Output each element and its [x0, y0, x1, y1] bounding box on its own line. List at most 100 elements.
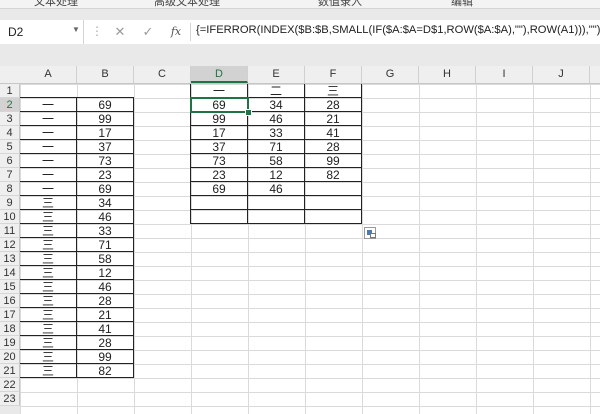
cell-A10[interactable]: 三 — [20, 209, 77, 224]
cell-F3[interactable]: 21 — [304, 111, 362, 126]
cell-B8[interactable]: 69 — [76, 181, 134, 196]
row-header-7[interactable]: 7 — [0, 168, 20, 182]
cell-D10[interactable] — [190, 209, 248, 224]
column-header-G[interactable]: G — [362, 66, 419, 83]
cell-F5[interactable]: 28 — [304, 139, 362, 154]
cell-B9[interactable]: 34 — [76, 195, 134, 210]
cell-A6[interactable]: 一 — [20, 153, 77, 168]
ribbon-group-text[interactable]: 文本处理 — [34, 0, 78, 8]
cell-E6[interactable]: 58 — [247, 153, 305, 168]
row-header-6[interactable]: 6 — [0, 154, 20, 168]
cell-B15[interactable]: 46 — [76, 279, 134, 294]
cell-A5[interactable]: 一 — [20, 139, 77, 154]
cell-A20[interactable]: 三 — [20, 349, 77, 364]
cell-B17[interactable]: 21 — [76, 307, 134, 322]
cell-A4[interactable]: 一 — [20, 125, 77, 140]
column-header-J[interactable]: J — [533, 66, 590, 83]
cancel-icon[interactable]: ✕ — [110, 23, 130, 41]
row-header-16[interactable]: 16 — [0, 294, 20, 308]
cell-A11[interactable]: 三 — [20, 223, 77, 238]
cell-D5[interactable]: 37 — [190, 139, 248, 154]
chevron-down-icon[interactable]: ▼ — [72, 25, 80, 34]
cell-A7[interactable]: 一 — [20, 167, 77, 182]
row-header-10[interactable]: 10 — [0, 210, 20, 224]
column-header-F[interactable]: F — [305, 66, 362, 83]
cell-B12[interactable]: 71 — [76, 237, 134, 252]
cell-A15[interactable]: 三 — [20, 279, 77, 294]
cell-E4[interactable]: 33 — [247, 125, 305, 140]
cell-D9[interactable] — [190, 195, 248, 210]
cell-grid[interactable]: 一一一一一一一三三三三三三三三三三三三三 69 99 17 37 73 23 69 34 46 33… — [20, 84, 600, 414]
column-header-C[interactable]: C — [134, 66, 191, 83]
cell-F8[interactable] — [304, 181, 362, 196]
row-header-15[interactable]: 15 — [0, 280, 20, 294]
cell-B19[interactable]: 28 — [76, 335, 134, 350]
cell-A21[interactable]: 三 — [20, 363, 77, 378]
row-header-12[interactable]: 12 — [0, 238, 20, 252]
name-box[interactable]: D2 ▼ — [0, 20, 84, 44]
row-header-19[interactable]: 19 — [0, 336, 20, 350]
cell-E8[interactable]: 46 — [247, 181, 305, 196]
ribbon-group-advanced-text[interactable]: 高级文本处理 — [154, 0, 220, 8]
row-header-11[interactable]: 11 — [0, 224, 20, 238]
cell-A2[interactable]: 一 — [20, 97, 77, 112]
cell-A13[interactable]: 三 — [20, 251, 77, 266]
paste-options-icon[interactable] — [364, 227, 376, 239]
row-header-23[interactable]: 23 — [0, 392, 20, 406]
row-header-17[interactable]: 17 — [0, 308, 20, 322]
cell-E9[interactable] — [247, 195, 305, 210]
cell-A3[interactable]: 一 — [20, 111, 77, 126]
cell-B3[interactable]: 99 — [76, 111, 134, 126]
row-header-20[interactable]: 20 — [0, 350, 20, 364]
row-header-5[interactable]: 5 — [0, 140, 20, 154]
fill-handle[interactable] — [245, 109, 252, 116]
row-header-8[interactable]: 8 — [0, 182, 20, 196]
cell-A14[interactable]: 三 — [20, 265, 77, 280]
cell-B14[interactable]: 12 — [76, 265, 134, 280]
cell-F1[interactable]: 三 — [304, 84, 362, 98]
column-header-I[interactable]: I — [476, 66, 533, 83]
cell-A17[interactable]: 三 — [20, 307, 77, 322]
row-header-3[interactable]: 3 — [0, 112, 20, 126]
cell-A19[interactable]: 三 — [20, 335, 77, 350]
row-header-4[interactable]: 4 — [0, 126, 20, 140]
row-header-13[interactable]: 13 — [0, 252, 20, 266]
cell-E2[interactable]: 34 — [247, 97, 305, 112]
cell-E1[interactable]: 二 — [247, 84, 305, 98]
ribbon-group-edit[interactable]: 编辑 — [451, 0, 473, 8]
column-header-E[interactable]: E — [248, 66, 305, 83]
cell-B10[interactable]: 46 — [76, 209, 134, 224]
cell-E5[interactable]: 71 — [247, 139, 305, 154]
cell-D6[interactable]: 73 — [190, 153, 248, 168]
row-header-21[interactable]: 21 — [0, 364, 20, 378]
cell-A12[interactable]: 三 — [20, 237, 77, 252]
cell-B2[interactable]: 69 — [76, 97, 134, 112]
cell-F2[interactable]: 28 — [304, 97, 362, 112]
ribbon-group-number-entry[interactable]: 数值录入 — [318, 0, 362, 8]
row-header-18[interactable]: 18 — [0, 322, 20, 336]
cell-B4[interactable]: 17 — [76, 125, 134, 140]
cell-E3[interactable]: 46 — [247, 111, 305, 126]
cell-E10[interactable] — [247, 209, 305, 224]
cell-B6[interactable]: 73 — [76, 153, 134, 168]
cell-D4[interactable]: 17 — [190, 125, 248, 140]
column-header-A[interactable]: A — [20, 66, 77, 83]
cell-E7[interactable]: 12 — [247, 167, 305, 182]
cell-A18[interactable]: 三 — [20, 321, 77, 336]
cell-D8[interactable]: 69 — [190, 181, 248, 196]
row-header-1[interactable]: 1 — [0, 84, 20, 98]
cell-F9[interactable] — [304, 195, 362, 210]
cell-B5[interactable]: 37 — [76, 139, 134, 154]
cell-B13[interactable]: 58 — [76, 251, 134, 266]
cell-B7[interactable]: 23 — [76, 167, 134, 182]
column-header-H[interactable]: H — [419, 66, 476, 83]
cell-F10[interactable] — [304, 209, 362, 224]
column-header-D[interactable]: D — [191, 66, 248, 83]
cell-B18[interactable]: 41 — [76, 321, 134, 336]
formula-input[interactable]: {=IFERROR(INDEX($B:$B,SMALL(IF($A:$A=D$1… — [196, 24, 600, 36]
cell-D3[interactable]: 99 — [190, 111, 248, 126]
cell-B20[interactable]: 99 — [76, 349, 134, 364]
cell-F7[interactable]: 82 — [304, 167, 362, 182]
row-header-2[interactable]: 2 — [0, 98, 20, 112]
enter-icon[interactable]: ✓ — [138, 23, 158, 41]
